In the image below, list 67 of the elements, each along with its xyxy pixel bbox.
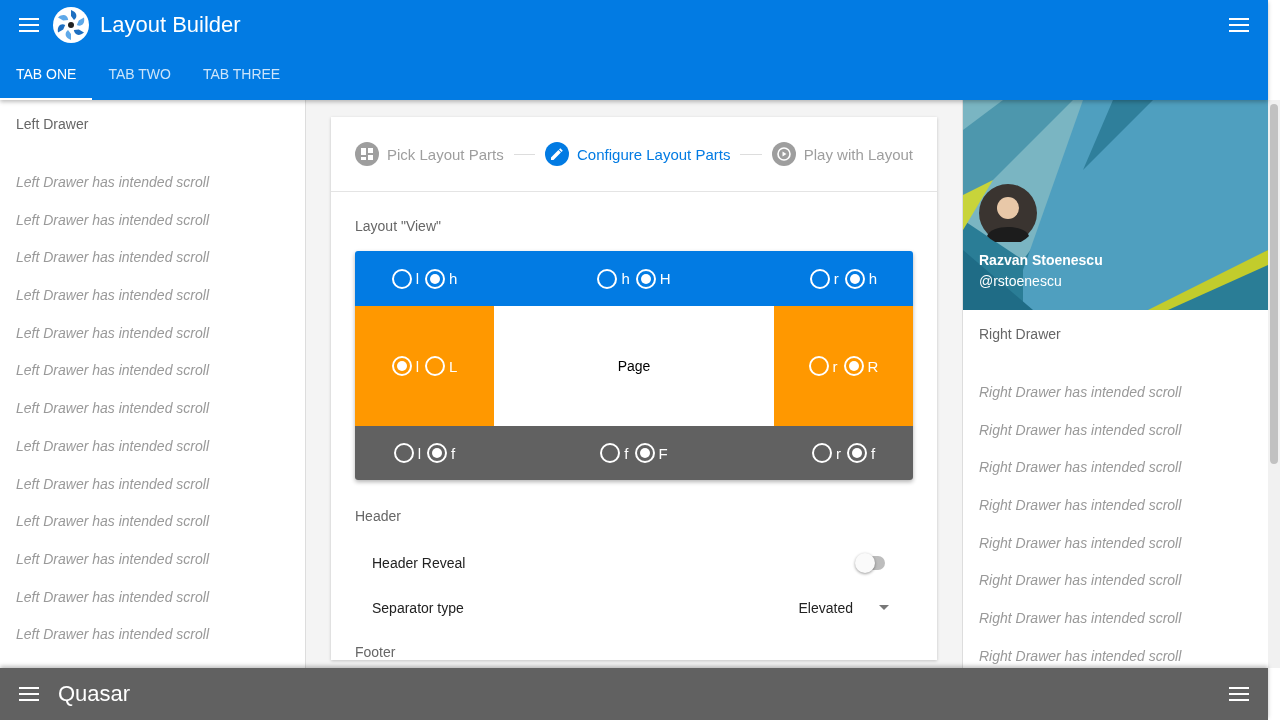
drawer-item: Right Drawer has intended scroll (979, 383, 1183, 402)
play-circle-icon (776, 147, 791, 161)
menu-icon (1229, 687, 1249, 701)
tab[interactable]: TAB THREE (186, 50, 297, 100)
profile-name: Razvan Stoenescu (979, 252, 1103, 268)
radio-option[interactable]: l (393, 443, 422, 463)
drawer-item: Left Drawer has intended scroll (16, 210, 211, 230)
radio-option[interactable]: H (635, 268, 671, 289)
setting-label: Header Reveal (372, 554, 466, 571)
scrollbar[interactable] (1268, 100, 1280, 668)
drawer-item: Right Drawer has intended scroll (979, 458, 1183, 478)
section-label: Layout "View" (355, 218, 442, 234)
stepper-step[interactable]: Configure Layout Parts (545, 142, 731, 166)
radio-option[interactable]: f (427, 443, 456, 463)
radio-option[interactable]: R (843, 356, 879, 376)
radio-option[interactable]: r (809, 268, 839, 289)
radio-option[interactable]: h (597, 268, 630, 289)
drawer-item: Right Drawer has intended scroll (979, 496, 1183, 516)
app-title: Layout Builder (100, 12, 242, 38)
footer-title: Quasar (58, 681, 132, 707)
grid-icon (361, 148, 373, 160)
avatar (979, 184, 1037, 242)
drawer-item: Right Drawer has intended scroll (979, 533, 1183, 553)
toggle-switch[interactable] (857, 555, 885, 570)
pencil-icon (551, 148, 564, 160)
section-label: Footer (355, 644, 397, 660)
section-label: Header (355, 508, 402, 524)
menu-icon (19, 18, 39, 32)
drawer-item: Right Drawer has intended scroll (979, 420, 1183, 440)
drawer-item: Left Drawer has intended scroll (16, 436, 211, 456)
drawer-item: Left Drawer has intended scroll (16, 173, 211, 192)
stepper-step[interactable]: Play with Layout (771, 142, 913, 166)
setting-label: Separator type (372, 599, 464, 616)
stepper-step[interactable]: Pick Layout Parts (355, 142, 504, 166)
menu-icon (1229, 18, 1249, 32)
drawer-item: Left Drawer has intended scroll (16, 587, 211, 607)
radio-option[interactable]: h (425, 268, 458, 289)
radio-option[interactable]: F (634, 443, 668, 463)
drawer-item: Left Drawer has intended scroll (16, 361, 211, 381)
drawer-item: Left Drawer has intended scroll (16, 474, 211, 494)
page-label: Page (617, 358, 651, 374)
menu-icon (19, 687, 39, 701)
radio-option[interactable]: h (844, 268, 878, 289)
drawer-title: Left Drawer (16, 116, 90, 132)
drawer-title: Right Drawer (979, 326, 1062, 342)
drawer-item: Right Drawer has intended scroll (979, 571, 1183, 591)
radio-option[interactable]: f (600, 443, 629, 463)
logo-icon (52, 6, 90, 44)
profile-handle: @rstoenescu (979, 273, 1062, 289)
drawer-item: Left Drawer has intended scroll (16, 323, 211, 343)
radio-option[interactable]: r (808, 356, 838, 376)
drawer-item: Left Drawer has intended scroll (16, 248, 211, 268)
drawer-item: Right Drawer has intended scroll (979, 609, 1183, 629)
drawer-item: Left Drawer has intended scroll (16, 625, 211, 645)
radio-option[interactable]: r (811, 443, 841, 463)
drawer-item: Right Drawer has intended scroll (979, 646, 1183, 666)
drawer-item: Left Drawer has intended scroll (16, 286, 211, 306)
drawer-item: Left Drawer has intended scroll (16, 399, 211, 419)
drawer-item: Left Drawer has intended scroll (16, 512, 211, 532)
select-field[interactable]: Elevated (798, 595, 889, 620)
radio-option[interactable]: L (425, 356, 458, 376)
radio-option[interactable]: l (391, 268, 419, 289)
caret-icon (879, 605, 889, 610)
radio-option[interactable]: l (391, 356, 419, 376)
drawer-item: Left Drawer has intended scroll (16, 549, 211, 569)
radio-option[interactable]: f (846, 443, 876, 463)
tab[interactable]: TAB TWO (92, 50, 187, 100)
